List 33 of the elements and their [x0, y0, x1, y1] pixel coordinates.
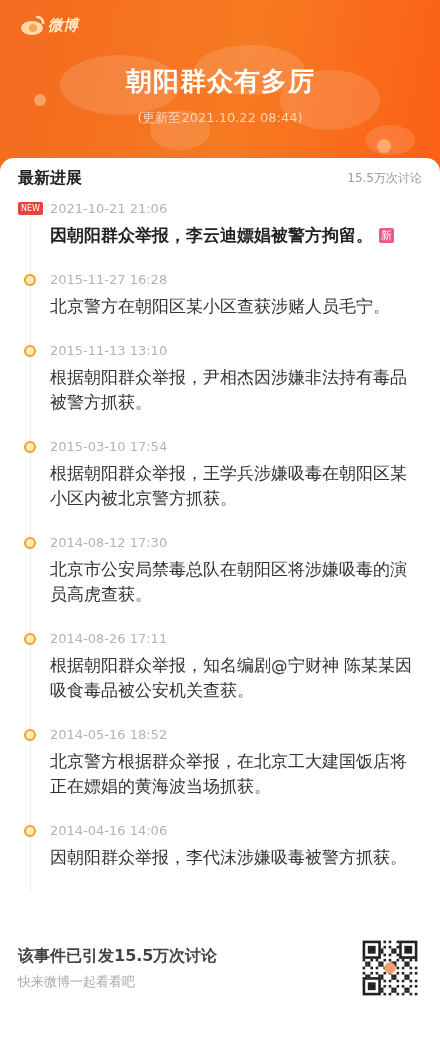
event-text: 北京市公安局禁毒总队在朝阳区将涉嫌吸毒的演员高虎查获。 [50, 560, 407, 604]
timeline-dot-icon [24, 729, 36, 741]
event-date: 2015-03-10 17:54 [50, 439, 168, 454]
event-date: 2014-05-16 18:52 [50, 727, 168, 742]
event-text: 根据朝阳群众举报，知名编剧@宁财神 陈某某因吸食毒品被公安机关查获。 [50, 656, 412, 700]
event-text: 根据朝阳群众举报，尹相杰因涉嫌非法持有毒品被警方抓获。 [50, 368, 407, 412]
event-date: 2014-04-16 14:06 [50, 823, 168, 838]
timeline-dot-icon [24, 537, 36, 549]
new-tag: 新 [379, 228, 394, 243]
logo-text: 微博 [48, 15, 78, 35]
event-date: 2021-10-21 21:06 [50, 201, 168, 216]
weibo-logo-icon [20, 14, 46, 36]
discussion-count: 15.5万次讨论 [347, 170, 422, 187]
page-title: 朝阳群众有多厉 [124, 65, 316, 98]
footer-title: 该事件已引发15.5万次讨论 [18, 945, 218, 967]
event-date: 2014-08-26 17:11 [50, 631, 168, 646]
event-text: 因朝阳群众举报，李代沫涉嫌吸毒被警方抓获。 [50, 848, 407, 867]
section-heading: 最新进展 [18, 168, 82, 189]
event-text: 根据朝阳群众举报，王学兵涉嫌吸毒在朝阳区某小区内被北京警方抓获。 [50, 464, 407, 508]
timeline-dot-icon [24, 825, 36, 837]
qr-code [360, 938, 420, 998]
event-text: 北京警方根据群众举报，在北京工大建国饭店将正在嫖娼的黄海波当场抓获。 [50, 752, 407, 796]
timeline-dot-icon [24, 345, 36, 357]
event-text: 因朝阳群众举报，李云迪嫖娼被警方拘留。 [50, 226, 373, 245]
timeline-dot-icon [24, 274, 36, 286]
timeline-dot-icon [24, 441, 36, 453]
event-date: 2015-11-13 13:10 [50, 343, 168, 358]
event-date: 2015-11-27 16:28 [50, 272, 168, 287]
event-text: 北京警方在朝阳区某小区查获涉赌人员毛宁。 [50, 297, 390, 316]
new-badge: NEW [18, 202, 43, 215]
timeline-dot-icon [24, 633, 36, 645]
update-time: (更新至2021.10.22 08:44) [136, 109, 304, 127]
event-date: 2014-08-12 17:30 [50, 535, 168, 550]
